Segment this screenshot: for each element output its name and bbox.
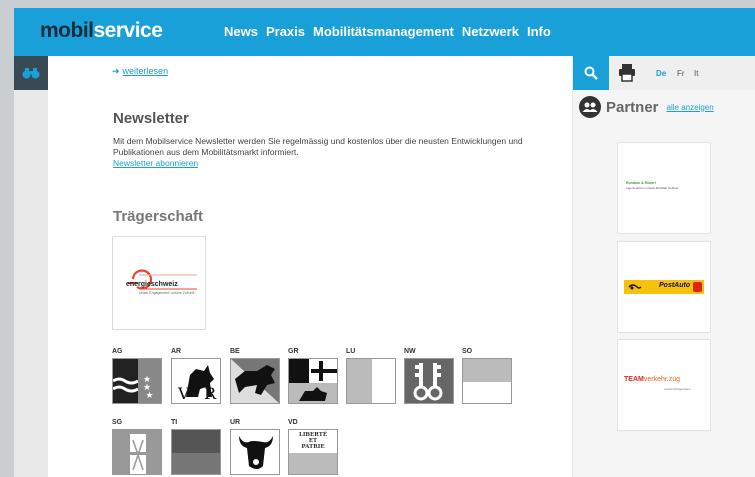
posthorn-icon — [628, 284, 642, 290]
canton-flag-vd[interactable]: VD LIBERTÉ ET PATRIE — [288, 419, 338, 475]
partner-rundum-desc: Ingenieurbüro umwelt-Mobilität Gebiete — [626, 186, 679, 190]
teamverkehr-sub: verkehrsfragenteam — [664, 387, 691, 391]
sidebar-toolbar: De Fr It — [573, 56, 755, 90]
flag-ti-icon — [171, 429, 221, 475]
partner-rundum-name: Rundum & Rüberl — [626, 181, 656, 185]
binoculars-button[interactable] — [14, 56, 48, 90]
newsletter-subscribe-link[interactable]: Newsletter abonnieren — [113, 158, 198, 168]
nav-mobilitaetsmanagement[interactable]: Mobilitätsmanagement — [313, 24, 454, 39]
partner-card-teamverkehr[interactable]: TEAMverkehr.zug verkehrsfragenteam — [617, 339, 711, 431]
flag-nw-keys-icon — [404, 358, 454, 404]
canton-flag-ur[interactable]: UR — [230, 419, 280, 475]
canton-flag-lu[interactable]: LU — [346, 348, 396, 404]
newsletter-heading: Newsletter — [113, 110, 189, 127]
nav-praxis[interactable]: Praxis — [266, 24, 305, 39]
binoculars-icon — [22, 68, 40, 79]
canton-label: TI — [171, 419, 178, 426]
canton-flag-ar[interactable]: AR V R — [171, 348, 221, 404]
vd-motto-patrie: PATRIE — [301, 444, 325, 450]
flag-so-icon — [462, 358, 512, 404]
nav-netzwerk[interactable]: Netzwerk — [462, 24, 519, 39]
energieschweiz-logo-card[interactable]: energieschweiz Unser Engagement: unsere … — [112, 236, 206, 330]
canton-flag-ag[interactable]: AG ★ ★ ★ — [112, 348, 162, 404]
nav-news[interactable]: News — [224, 24, 258, 39]
read-more-link[interactable]: ➜ weiterlesen — [112, 66, 168, 77]
flag-ag-icon: ★ ★ ★ — [112, 358, 162, 404]
svg-text:V: V — [177, 384, 190, 403]
verkehr-zug-wordmark: verkehr.zug — [643, 376, 681, 383]
lang-it[interactable]: It — [694, 69, 698, 78]
postauto-logo: PostAuto — [624, 280, 704, 294]
nav-info[interactable]: Info — [527, 24, 551, 39]
canton-label: VD — [288, 419, 298, 426]
printer-icon — [619, 64, 635, 82]
flag-vd-icon: LIBERTÉ ET PATRIE — [288, 429, 338, 475]
show-all-partners-link[interactable]: alle anzeigen — [667, 103, 714, 112]
arrow-right-icon: ➜ — [112, 66, 120, 76]
main-content: ➜ weiterlesen Newsletter Mit dem Mobilser… — [48, 56, 572, 477]
canton-flag-so[interactable]: SO — [462, 348, 512, 404]
vd-motto: LIBERTÉ ET PATRIE — [289, 432, 337, 450]
print-button[interactable] — [619, 64, 635, 87]
energieschweiz-claim: Unser Engagement: unsere Zukunft. — [139, 291, 196, 295]
lang-fr[interactable]: Fr — [677, 69, 685, 78]
main-nav: News Praxis Mobilitätsmanagement Netzwer… — [224, 24, 551, 39]
canton-label: UR — [230, 419, 241, 426]
partner-header: Partner alle anzeigen — [579, 96, 714, 118]
canton-flag-gr[interactable]: GR — [288, 348, 338, 404]
top-navigation-bar: mobilservice News Praxis Mobilitätsmanag… — [14, 8, 755, 56]
newsletter-text: Mit dem Mobilservice Newsletter werden S… — [113, 136, 523, 157]
team-wordmark: TEAM — [624, 376, 644, 383]
logo-part-mobil: mobil — [40, 19, 94, 42]
svg-text:R: R — [204, 384, 217, 403]
logo-part-service: service — [93, 19, 163, 42]
canton-label: BE — [230, 348, 240, 355]
lang-de[interactable]: De — [656, 69, 666, 78]
canton-flag-sg[interactable]: SG — [112, 419, 162, 475]
energieschweiz-wordmark: energieschweiz — [126, 281, 178, 288]
partner-card-rundum[interactable]: Rundum & Rüberl Ingenieurbüro umwelt-Mob… — [617, 142, 711, 234]
flag-ar-bear-icon: V R — [171, 358, 221, 404]
canton-label: AG — [112, 348, 123, 355]
canton-label: LU — [346, 348, 356, 355]
canton-label: SO — [462, 348, 473, 355]
flag-ur-bull-icon — [230, 429, 280, 475]
partner-heading: Partner — [606, 98, 659, 116]
flag-sg-fasces-icon — [112, 429, 162, 475]
canton-flag-be[interactable]: BE — [230, 348, 280, 404]
partner-card-postauto[interactable]: PostAuto — [617, 241, 711, 333]
flag-lu-icon — [346, 358, 396, 404]
teamverkehr-logo: TEAMverkehr.zug — [624, 376, 680, 383]
right-sidebar: De Fr It Partner alle anzeigen Rundum & … — [572, 56, 755, 477]
canton-label: AR — [171, 348, 182, 355]
read-more-label: weiterlesen — [122, 66, 169, 76]
canton-label: SG — [112, 419, 123, 426]
browser-viewport: mobilservice News Praxis Mobilitätsmanag… — [14, 8, 755, 477]
canton-flag-ti[interactable]: TI — [171, 419, 221, 475]
search-icon — [584, 66, 598, 80]
people-group-icon — [579, 96, 601, 118]
canton-flag-nw[interactable]: NW — [404, 348, 454, 404]
search-button[interactable] — [573, 56, 609, 90]
traegerschaft-heading: Trägerschaft — [113, 208, 204, 225]
mobilservice-logo[interactable]: mobilservice — [40, 19, 163, 43]
flag-be-bear-icon — [230, 358, 280, 404]
canton-label: GR — [288, 348, 299, 355]
flag-gr-icon — [288, 358, 338, 404]
left-toolbar — [14, 56, 48, 477]
canton-label: NW — [404, 348, 416, 355]
postauto-wordmark: PostAuto — [659, 282, 691, 289]
newsletter-description: Mit dem Mobilservice Newsletter werden S… — [113, 136, 543, 169]
